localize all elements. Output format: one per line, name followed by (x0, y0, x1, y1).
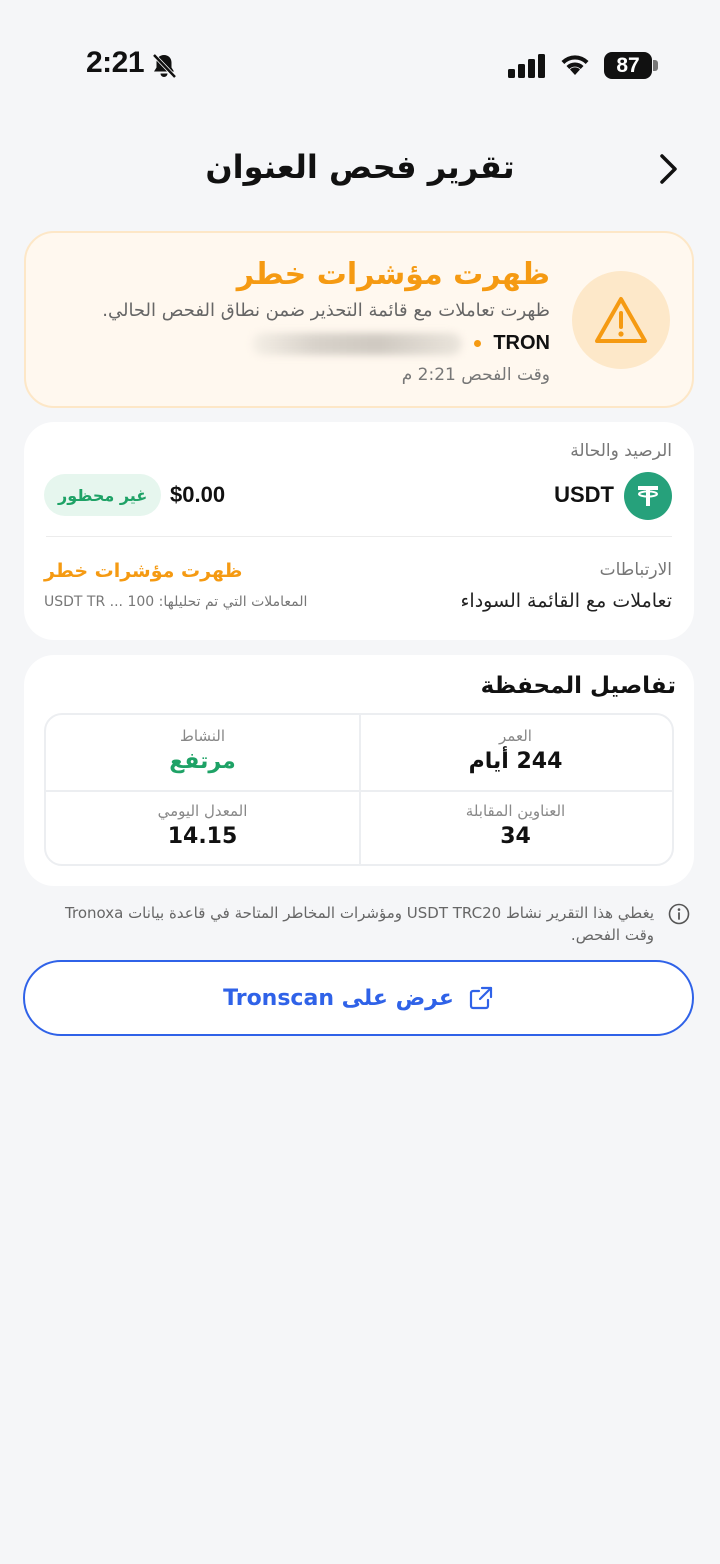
chevron-right-icon[interactable] (654, 152, 684, 186)
view-on-tronscan-button[interactable]: عرض على Tronscan (23, 960, 694, 1036)
status-time: 2:21 (86, 46, 145, 79)
links-value: تعاملات مع القائمة السوداء (460, 590, 673, 612)
risk-alert-card: ظهرت مؤشرات خطر ظهرت تعاملات مع قائمة ال… (24, 231, 694, 408)
bell-muted-icon (152, 53, 177, 79)
page-header: تقرير فحص العنوان (0, 140, 720, 196)
tronscan-button-label: عرض على Tronscan (223, 985, 454, 1011)
cell-value: 34 (500, 823, 531, 849)
cellular-signal-icon (508, 54, 545, 78)
alert-title: ظهرت مؤشرات خطر (236, 257, 550, 292)
status-badge: غير محظور (44, 474, 162, 516)
risk-indicator-text: ظهرت مؤشرات خطر (44, 560, 243, 582)
chain-dot (474, 340, 482, 347)
cell-value: 244 أيام (468, 749, 563, 774)
cell-label: المعدل اليومي (157, 801, 248, 820)
info-icon (668, 903, 690, 925)
battery-tip (653, 60, 658, 71)
disclaimer-text: يغطي هذا التقرير نشاط USDT TRC20 ومؤشرات… (65, 904, 654, 944)
status-bar: 2:21 87 (0, 0, 720, 120)
balance-status-card: الرصيد والحالة USDT $0.00 غير محظور الار… (24, 422, 694, 640)
wifi-icon (561, 55, 589, 75)
balance-amount: $0.00 (170, 482, 226, 507)
alert-icon-badge (572, 271, 670, 369)
address-row: TRON (252, 332, 550, 355)
cell-label: العناوين المقابلة (465, 801, 566, 820)
cell-value: مرتفع (169, 749, 236, 774)
tether-token-icon (624, 472, 672, 520)
wallet-cell-activity: النشاط مرتفع (46, 715, 359, 790)
alert-description: ظهرت تعاملات مع قائمة التحذير ضمن نطاق ا… (102, 300, 550, 321)
battery-indicator: 87 (604, 52, 652, 79)
transactions-analyzed: المعاملات التي تم تحليلها: 100 ... USDT … (44, 594, 308, 610)
wallet-details-grid: العمر 244 أيام النشاط مرتفع العناوين الم… (44, 713, 674, 866)
wallet-cell-age: العمر 244 أيام (359, 715, 672, 790)
blurred-address (252, 332, 463, 355)
warning-triangle-icon (595, 297, 647, 343)
cell-label: النشاط (179, 727, 226, 745)
battery-level: 87 (616, 53, 640, 77)
external-link-icon (469, 986, 492, 1010)
cell-value: 14.15 (167, 823, 238, 849)
balance-section-label: الرصيد والحالة (570, 441, 672, 461)
divider (46, 536, 672, 537)
chain-name: TRON (493, 332, 550, 354)
token-name: USDT (554, 482, 614, 507)
tether-symbol-icon (638, 486, 658, 506)
wallet-details-card: تفاصيل المحفظة العمر 244 أيام النشاط مرت… (24, 655, 694, 886)
wallet-cell-counterparties: العناوين المقابلة 34 (359, 790, 672, 865)
page-title: تقرير فحص العنوان (205, 148, 515, 186)
links-label: الارتباطات (599, 560, 672, 580)
disclaimer: يغطي هذا التقرير نشاط USDT TRC20 ومؤشرات… (60, 902, 690, 946)
cell-label: العمر (499, 727, 532, 745)
wallet-details-title: تفاصيل المحفظة (480, 673, 676, 699)
scan-time: وقت الفحص 2:21 م (401, 365, 550, 385)
wallet-cell-daily-rate: المعدل اليومي 14.15 (46, 790, 359, 865)
grid-divider-horizontal (46, 789, 672, 792)
